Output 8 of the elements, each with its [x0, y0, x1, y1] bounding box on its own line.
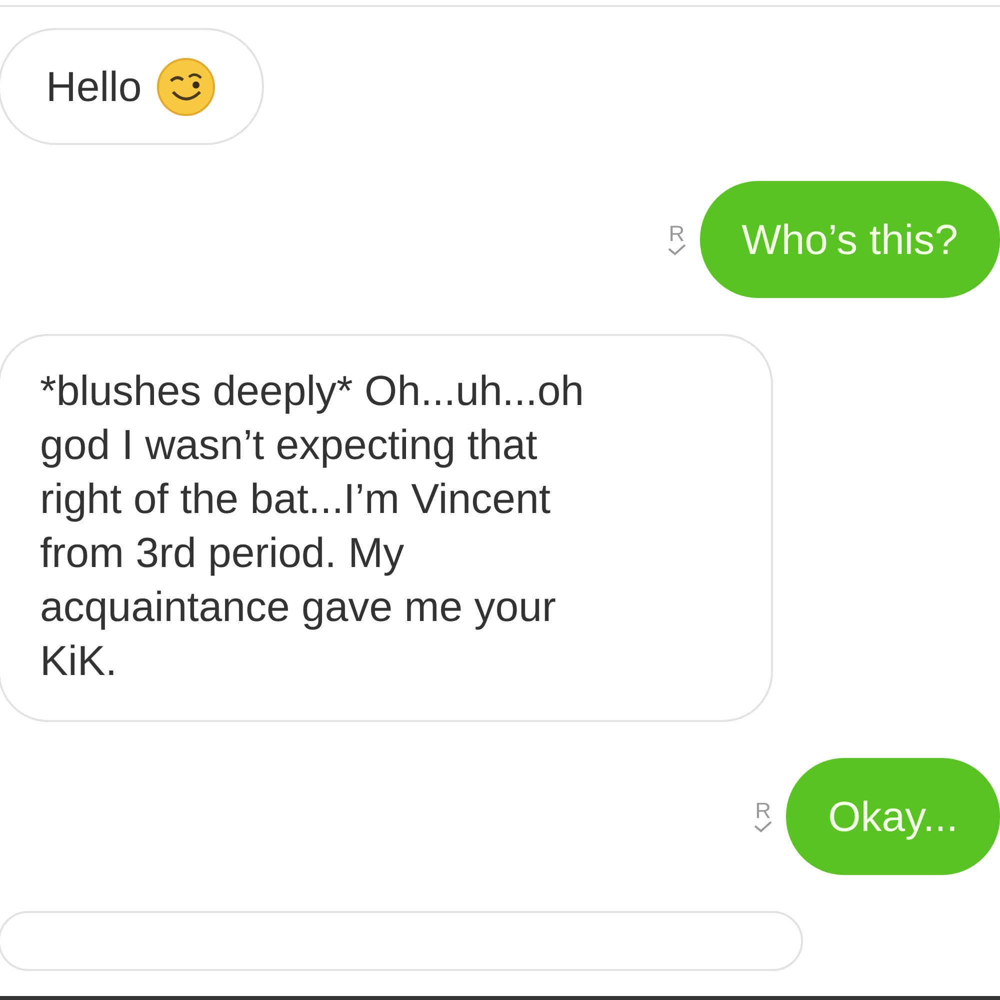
check-icon: [668, 244, 686, 256]
message-text: Okay...: [828, 792, 958, 842]
message-text: Who’s this?: [742, 214, 958, 264]
read-receipt: R: [755, 800, 772, 820]
message-text: *blushes deeply* Oh...uh...oh god I wasn’t expecting that right of the bat...I’m Vincent from 3rd period. My acquaintance gave me your KiK.: [40, 366, 586, 686]
read-receipt: R: [668, 224, 685, 244]
message-text: Hello: [46, 62, 142, 112]
check-icon: [754, 820, 772, 832]
